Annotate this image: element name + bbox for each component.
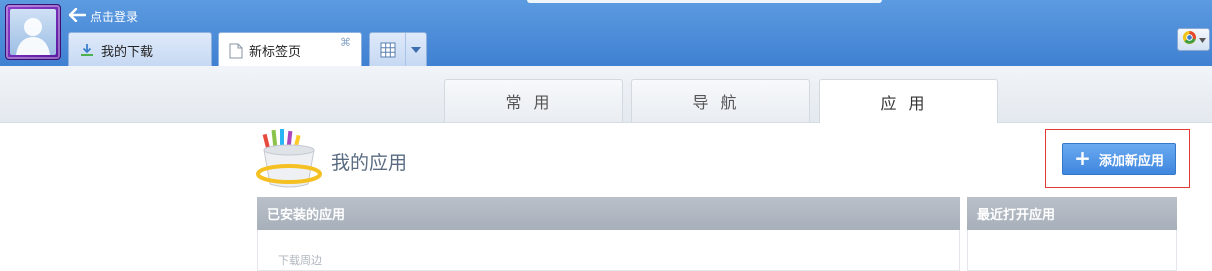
user-avatar[interactable] — [5, 4, 61, 60]
back-arrow-icon — [68, 7, 87, 25]
grid-icon[interactable] — [370, 33, 405, 67]
page-title: 我的应用 — [331, 152, 408, 174]
titlebar-notch — [527, 0, 882, 3]
download-icon — [79, 42, 95, 58]
tab-apps[interactable]: 应用 — [819, 79, 998, 123]
add-new-app-button[interactable]: + 添加新应用 — [1062, 143, 1176, 175]
page-icon — [229, 43, 243, 59]
browser-logo-icon — [1182, 30, 1197, 49]
installed-apps-header: 已安装的应用 — [257, 197, 960, 230]
tab-my-downloads[interactable]: 我的下载 — [68, 32, 212, 67]
installed-apps-panel: 下载周边 — [257, 230, 960, 271]
recent-apps-header: 最近打开应用 — [967, 197, 1177, 230]
tab-grid-button[interactable] — [369, 32, 427, 67]
app-cup-icon — [256, 128, 322, 190]
tab-navigation[interactable]: 导航 — [631, 79, 810, 122]
add-button-label: 添加新应用 — [1098, 153, 1164, 169]
tab-close-icon[interactable]: ⌘ — [340, 36, 351, 49]
chevron-down-icon — [1198, 32, 1206, 47]
avatar-icon — [10, 9, 56, 55]
login-link[interactable]: 点击登录 — [68, 7, 138, 25]
tab-common[interactable]: 常用 — [444, 79, 623, 122]
login-text: 点击登录 — [90, 9, 139, 24]
list-item[interactable]: 下载周边 — [278, 252, 322, 268]
content-tab-bar: 常用 导航 应用 — [0, 66, 1212, 123]
browser-menu-button[interactable] — [1177, 28, 1210, 51]
recent-apps-panel — [967, 230, 1177, 271]
browser-titlebar: 点击登录 我的下载 新标签页 ⌘ — [0, 0, 1212, 68]
plus-icon: + — [1074, 146, 1091, 170]
chevron-down-icon[interactable] — [405, 33, 426, 67]
tab-label: 我的下载 — [101, 44, 154, 60]
tab-new-tab[interactable]: 新标签页 ⌘ — [218, 32, 362, 68]
tab-label: 新标签页 — [249, 45, 302, 60]
